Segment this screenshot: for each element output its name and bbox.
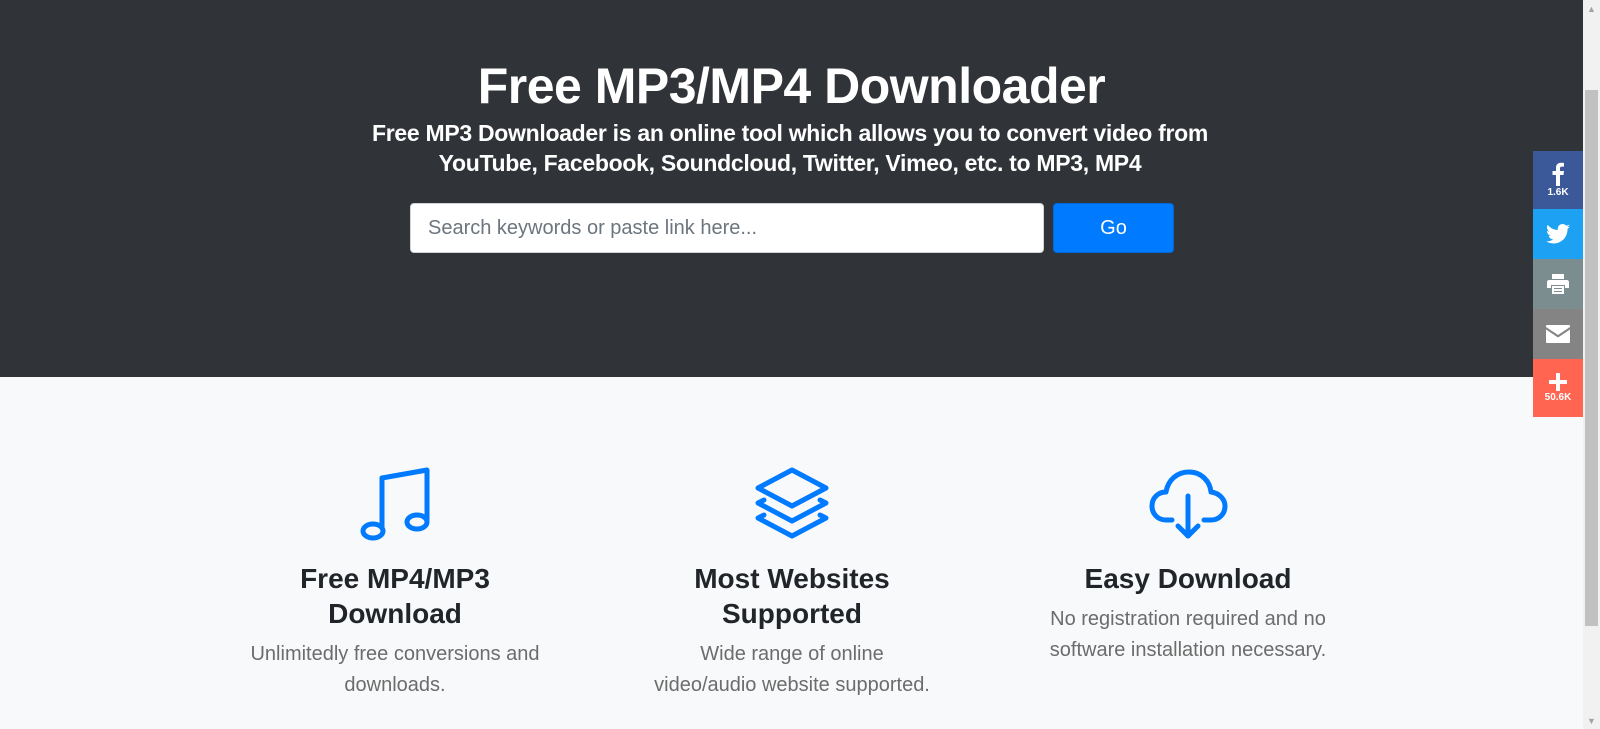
search-input[interactable] (410, 203, 1044, 253)
plus-icon (1549, 373, 1567, 391)
scroll-up-icon[interactable]: ▲ (1583, 0, 1600, 17)
page-title: Free MP3/MP4 Downloader (477, 58, 1106, 114)
twitter-icon (1546, 224, 1570, 244)
layers-icon (747, 464, 837, 544)
facebook-share-button[interactable]: 1.6K (1533, 151, 1583, 209)
feature-text: Unlimitedly free conversions and downloa… (250, 643, 540, 696)
hero-section: Free MP3/MP4 Downloader Free MP3 Downloa… (0, 0, 1583, 377)
share-sidebar: 1.6K 50.6K (1533, 151, 1583, 417)
printer-icon (1547, 274, 1569, 294)
more-share-button[interactable]: 50.6K (1533, 359, 1583, 417)
features-section: Free MP4/MP3 Download Unlimitedly free c… (0, 377, 1583, 729)
facebook-icon (1552, 162, 1564, 186)
facebook-share-count: 1.6K (1547, 187, 1569, 198)
email-share-button[interactable] (1533, 309, 1583, 359)
page-subtitle: Free MP3 Downloader is an online tool wh… (372, 120, 1208, 176)
vertical-scrollbar[interactable]: ▲ ▼ (1583, 0, 1600, 729)
feature-title: Free MP4/MP3 Download (300, 563, 490, 629)
scroll-down-icon[interactable]: ▼ (1583, 712, 1600, 729)
feature-title: Most Websites Supported (694, 563, 890, 629)
search-form: Go (410, 203, 1174, 253)
more-share-count: 50.6K (1544, 392, 1572, 403)
page: Free MP3/MP4 Downloader Free MP3 Downloa… (0, 0, 1583, 729)
scroll-thumb[interactable] (1585, 90, 1598, 626)
feature-text: Wide range of online video/audio website… (654, 643, 930, 696)
twitter-share-button[interactable] (1533, 209, 1583, 259)
cloud-download-icon (1143, 464, 1233, 544)
music-note-icon (350, 464, 440, 544)
envelope-icon (1546, 325, 1570, 343)
feature-text: No registration required and no software… (1049, 608, 1327, 661)
feature-title: Easy Download (1084, 563, 1292, 594)
print-button[interactable] (1533, 259, 1583, 309)
go-button[interactable]: Go (1053, 203, 1174, 253)
